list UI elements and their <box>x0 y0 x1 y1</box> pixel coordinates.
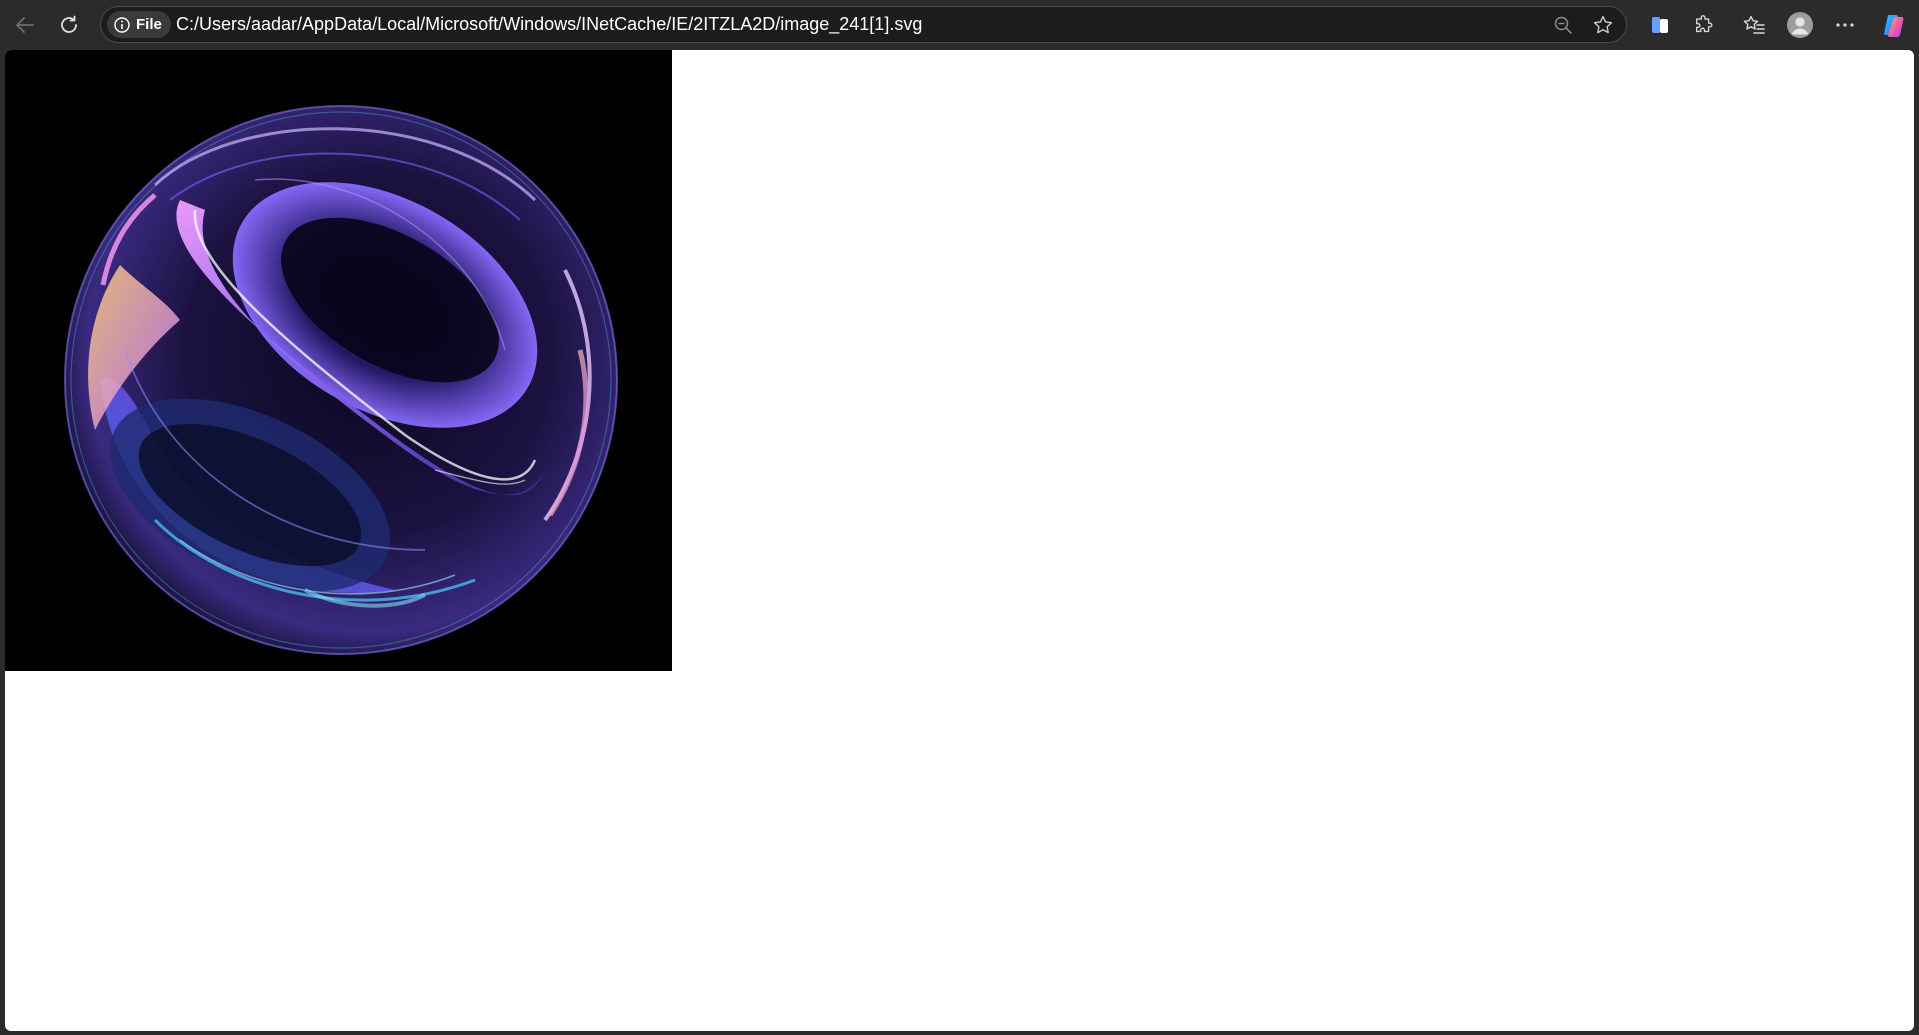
glass-sphere-image <box>64 105 618 655</box>
favorites-button[interactable] <box>1737 8 1771 42</box>
reload-button[interactable] <box>52 8 86 42</box>
extensions-button[interactable] <box>1687 8 1721 42</box>
star-icon <box>1593 15 1613 33</box>
svg-image <box>5 50 672 671</box>
browser-window: File C:/Users/aadar/AppData/Local/Micros… <box>0 0 1919 1035</box>
browser-toolbar: File C:/Users/aadar/AppData/Local/Micros… <box>0 0 1919 49</box>
site-chip-label: File <box>136 16 162 33</box>
more-icon <box>1836 23 1854 27</box>
site-info-chip[interactable]: File <box>107 11 171 38</box>
back-button[interactable] <box>8 8 42 42</box>
split-screen-icon <box>1652 17 1668 33</box>
address-bar[interactable]: File C:/Users/aadar/AppData/Local/Micros… <box>100 6 1627 43</box>
url-text[interactable]: C:/Users/aadar/AppData/Local/Microsoft/W… <box>176 7 922 42</box>
copilot-button[interactable] <box>1877 8 1911 42</box>
more-button[interactable] <box>1828 8 1862 42</box>
profile-avatar-icon <box>1787 12 1813 38</box>
back-arrow-icon <box>16 17 34 33</box>
profile-button[interactable] <box>1783 8 1817 42</box>
info-icon <box>114 16 130 33</box>
favorite-button[interactable] <box>1586 7 1620 42</box>
reload-icon <box>61 15 77 33</box>
copilot-icon <box>1884 15 1904 37</box>
split-screen-button[interactable] <box>1643 8 1677 42</box>
zoom-button[interactable] <box>1546 7 1580 42</box>
zoom-out-icon <box>1554 16 1572 34</box>
puzzle-icon <box>1695 15 1713 33</box>
page-viewport <box>5 50 1914 1031</box>
favorites-icon <box>1743 15 1765 34</box>
